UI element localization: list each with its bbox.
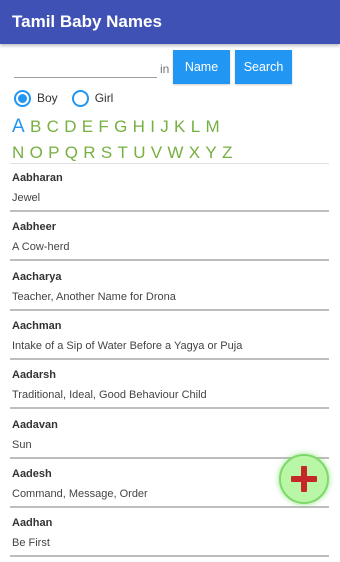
radio-girl[interactable]: Girl bbox=[71, 89, 114, 107]
name-meaning: Command, Message, Order bbox=[12, 487, 148, 500]
name-meaning: Intake of a Sip of Water Before a Yagya … bbox=[12, 339, 243, 352]
plus-icon bbox=[291, 466, 317, 492]
letter-p[interactable]: P bbox=[48, 143, 59, 163]
letter-l[interactable]: L bbox=[191, 117, 200, 137]
letter-a[interactable]: A bbox=[12, 117, 25, 137]
list-item[interactable]: Aadarsh Traditional, Ideal, Good Behaviou… bbox=[10, 360, 330, 410]
name-title: Aadesh bbox=[12, 467, 52, 480]
letter-d[interactable]: D bbox=[64, 117, 76, 137]
letter-e[interactable]: E bbox=[82, 117, 93, 137]
search-input[interactable] bbox=[14, 56, 157, 78]
letter-s[interactable]: S bbox=[101, 143, 112, 163]
letter-f[interactable]: F bbox=[98, 117, 108, 137]
letter-g[interactable]: G bbox=[114, 117, 127, 137]
name-meaning: Sun bbox=[12, 438, 32, 451]
letter-y[interactable]: Y bbox=[205, 143, 216, 163]
name-title: Aadhan bbox=[12, 517, 53, 530]
name-title: Aabheer bbox=[12, 221, 57, 234]
app-bar: Tamil Baby Names bbox=[0, 0, 340, 44]
letter-i[interactable]: I bbox=[150, 117, 155, 137]
radio-unchecked-icon bbox=[71, 89, 89, 107]
gender-radio-group: Boy Girl bbox=[14, 89, 127, 107]
letter-w[interactable]: W bbox=[167, 143, 183, 163]
name-meaning: Be First bbox=[12, 537, 50, 550]
radio-girl-label: Girl bbox=[94, 91, 114, 105]
letter-j[interactable]: J bbox=[160, 117, 169, 137]
list-item[interactable]: Aabharan Jewel bbox=[10, 163, 330, 212]
letter-v[interactable]: V bbox=[151, 143, 162, 163]
name-meaning: Jewel bbox=[12, 192, 41, 204]
name-meaning: A Cow-herd bbox=[12, 241, 70, 254]
letter-n[interactable]: N bbox=[12, 143, 24, 163]
name-title: Aadavan bbox=[12, 418, 58, 431]
letter-b[interactable]: B bbox=[30, 117, 41, 137]
in-label: in bbox=[160, 62, 170, 76]
letter-m[interactable]: M bbox=[205, 117, 219, 137]
name-title: Aacharya bbox=[12, 270, 62, 283]
radio-checked-icon bbox=[14, 89, 31, 107]
letter-r[interactable]: R bbox=[83, 143, 95, 163]
name-meaning: Traditional, Ideal, Good Behaviour Child bbox=[12, 389, 207, 402]
letter-z[interactable]: Z bbox=[222, 143, 232, 163]
letter-u[interactable]: U bbox=[133, 143, 145, 163]
name-meaning: Teacher, Another Name for Drona bbox=[12, 290, 176, 303]
list-item[interactable]: Aabheer A Cow-herd bbox=[10, 212, 330, 262]
letter-k[interactable]: K bbox=[174, 117, 185, 137]
letter-o[interactable]: O bbox=[30, 143, 43, 163]
alphabet-row-2: NOPQRSTUVWXYZ bbox=[12, 143, 332, 163]
add-favorite-fab[interactable] bbox=[279, 454, 329, 504]
list-item[interactable]: Aadavan Sun bbox=[10, 410, 330, 459]
name-button[interactable]: Name bbox=[173, 50, 230, 84]
list-item[interactable]: Aachman Intake of a Sip of Water Before a… bbox=[10, 311, 330, 360]
radio-boy[interactable]: Boy bbox=[14, 89, 58, 107]
radio-boy-label: Boy bbox=[37, 91, 58, 105]
name-title: Aachman bbox=[12, 319, 62, 332]
letter-t[interactable]: T bbox=[118, 143, 128, 163]
list-item[interactable]: Aadhan Be First bbox=[10, 508, 330, 558]
list-item[interactable]: Aacharya Teacher, Another Name for Drona bbox=[10, 262, 330, 311]
letter-h[interactable]: H bbox=[133, 117, 145, 137]
letter-x[interactable]: X bbox=[189, 143, 200, 163]
search-row: in Name Search bbox=[0, 50, 340, 84]
item-divider bbox=[10, 555, 329, 558]
alphabet-row-1: ABCDEFGHIJKLM bbox=[12, 117, 332, 137]
name-title: Aadarsh bbox=[12, 369, 57, 382]
search-button[interactable]: Search bbox=[235, 50, 292, 84]
letter-q[interactable]: Q bbox=[65, 143, 78, 163]
name-title: Aabharan bbox=[12, 172, 63, 184]
letter-c[interactable]: C bbox=[47, 117, 59, 137]
app-title: Tamil Baby Names bbox=[12, 12, 162, 31]
